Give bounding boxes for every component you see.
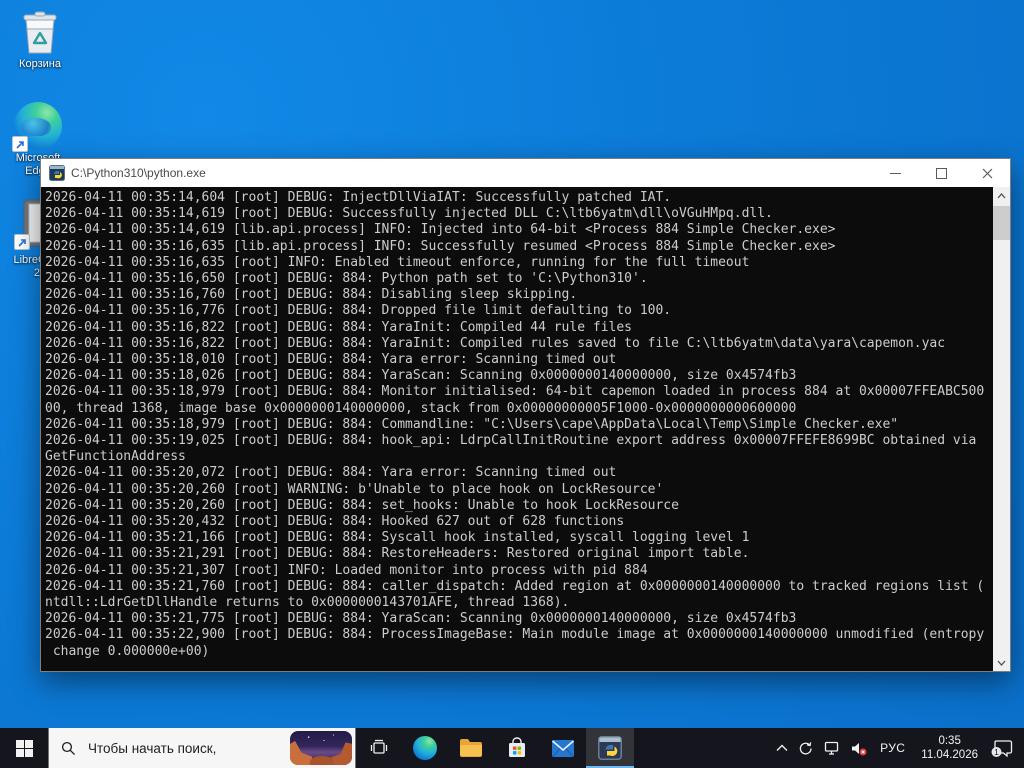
- console-log-line: 2026-04-11 00:35:18,979 [root] DEBUG: 88…: [45, 416, 899, 432]
- console-log-line: 2026-04-11 00:35:21,291 [root] DEBUG: 88…: [45, 546, 750, 562]
- console-log-line: 2026-04-11 00:35:18,010 [root] DEBUG: 88…: [45, 352, 617, 368]
- scroll-up-icon[interactable]: [993, 187, 1010, 204]
- taskbar-search-box[interactable]: [48, 728, 356, 768]
- desktop: Корзина Microsoft Edge LibreOffice 25: [0, 0, 1024, 768]
- search-input[interactable]: [86, 739, 286, 757]
- console-log-line: 2026-04-11 00:35:18,026 [root] DEBUG: 88…: [45, 368, 797, 384]
- clock-date: 11.04.2026: [921, 749, 978, 761]
- notification-badge: 1: [994, 747, 999, 757]
- console-log-line: 2026-04-11 00:35:22,900 [root] DEBUG: 88…: [45, 627, 985, 643]
- console-log-line: 00, thread 1368, image base 0x0000000140…: [45, 400, 797, 416]
- language-indicator[interactable]: РУС: [872, 741, 913, 755]
- windows-logo-icon: [15, 739, 33, 757]
- mail-icon: [551, 739, 575, 757]
- scroll-down-icon[interactable]: [993, 654, 1010, 671]
- console-log-line: 2026-04-11 00:35:19,025 [root] DEBUG: 88…: [45, 433, 977, 449]
- volume-button[interactable]: [845, 728, 872, 768]
- start-button[interactable]: [0, 728, 48, 768]
- close-button[interactable]: [964, 159, 1010, 187]
- taskbar-clock[interactable]: 0:35 11.04.2026: [913, 734, 986, 762]
- console-log-line: 2026-04-11 00:35:21,166 [root] DEBUG: 88…: [45, 530, 750, 546]
- desktop-icon-recycle-bin[interactable]: Корзина: [2, 8, 78, 71]
- system-tray: РУС 0:35 11.04.2026 1: [771, 728, 1024, 768]
- console-body: 2026-04-11 00:35:14,604 [root] DEBUG: In…: [41, 187, 1010, 671]
- console-log-line: 2026-04-11 00:35:14,604 [root] DEBUG: In…: [45, 190, 672, 205]
- console-log-line: change 0.000000e+00): [45, 643, 210, 659]
- console-log-line: 2026-04-11 00:35:16,776 [root] DEBUG: 88…: [45, 303, 672, 319]
- console-log-line: 2026-04-11 00:35:21,760 [root] DEBUG: 88…: [45, 578, 985, 594]
- network-status-button[interactable]: [818, 728, 845, 768]
- console-log-line: 2026-04-11 00:35:16,822 [root] DEBUG: 88…: [45, 319, 632, 335]
- console-log-line: 2026-04-11 00:35:20,072 [root] DEBUG: 88…: [45, 465, 617, 481]
- taskbar-app-edge[interactable]: [402, 728, 448, 768]
- window-title: C:\Python310\python.exe: [71, 166, 206, 180]
- console-log-line: 2026-04-11 00:35:21,307 [root] INFO: Loa…: [45, 562, 648, 578]
- edge-icon: [12, 102, 62, 152]
- taskbar-app-file-explorer[interactable]: [448, 728, 494, 768]
- console-log-line: GetFunctionAddress: [45, 449, 186, 465]
- shortcut-arrow-icon: [14, 234, 30, 250]
- sync-arrows-icon: [799, 741, 812, 754]
- console-log-line: 2026-04-11 00:35:21,775 [root] DEBUG: 88…: [45, 611, 797, 627]
- console-log-line: 2026-04-11 00:35:14,619 [lib.api.process…: [45, 222, 836, 238]
- console-log-line: 2026-04-11 00:35:20,260 [root] DEBUG: 88…: [45, 497, 679, 513]
- console-log-line: 2026-04-11 00:35:16,822 [root] DEBUG: 88…: [45, 335, 946, 351]
- console-log-line: 2026-04-11 00:35:20,432 [root] DEBUG: 88…: [45, 514, 625, 530]
- action-center-button[interactable]: 1: [986, 728, 1018, 768]
- task-view-button[interactable]: [356, 728, 402, 768]
- console-log-line: 2026-04-11 00:35:16,635 [root] INFO: Ena…: [45, 254, 750, 270]
- hidden-icons-button[interactable]: [771, 728, 793, 768]
- console-log-line: ntdll::LdrGetDllHandle returns to 0x0000…: [45, 595, 570, 611]
- console-log-line: 2026-04-11 00:35:14,619 [root] DEBUG: Su…: [45, 206, 773, 222]
- taskbar: РУС 0:35 11.04.2026 1: [0, 728, 1024, 768]
- console-output: 2026-04-11 00:35:14,604 [root] DEBUG: In…: [45, 190, 993, 671]
- console-log-line: 2026-04-11 00:35:18,979 [root] DEBUG: 88…: [45, 384, 985, 400]
- clock-time: 0:35: [938, 735, 961, 747]
- vertical-scrollbar[interactable]: [993, 187, 1010, 671]
- minimize-button[interactable]: [872, 159, 918, 187]
- taskbar-app-microsoft-store[interactable]: [494, 728, 540, 768]
- task-view-icon: [370, 739, 388, 754]
- console-log-line: 2026-04-11 00:35:16,650 [root] DEBUG: 88…: [45, 271, 648, 287]
- microsoft-store-icon: [509, 737, 525, 757]
- recycle-bin-icon: [16, 8, 64, 56]
- speaker-muted-icon: [852, 742, 867, 756]
- window-titlebar[interactable]: C:\Python310\python.exe: [41, 159, 1010, 187]
- file-explorer-icon: [460, 739, 482, 757]
- console-log-line: 2026-04-11 00:35:16,760 [root] DEBUG: 88…: [45, 287, 578, 303]
- desktop-icon-label: Корзина: [19, 58, 61, 70]
- console-window: C:\Python310\python.exe 2026-04-11 00:35…: [40, 158, 1011, 672]
- notification-icon: 1: [991, 739, 1013, 757]
- console-log-line: 2026-04-11 00:35:16,635 [lib.api.process…: [45, 238, 836, 254]
- search-icon: [61, 741, 76, 756]
- taskbar-app-python-console-active[interactable]: [586, 728, 634, 768]
- bing-search-highlight-image[interactable]: [290, 731, 352, 765]
- console-log-line: 2026-04-11 00:35:20,260 [root] WARNING: …: [45, 481, 664, 497]
- chevron-up-icon: [776, 744, 788, 751]
- ethernet-network-icon: [824, 741, 839, 755]
- shortcut-arrow-icon: [12, 136, 28, 152]
- python-console-icon: [598, 736, 622, 760]
- taskbar-app-mail[interactable]: [540, 728, 586, 768]
- edge-icon: [413, 736, 437, 760]
- sync-status-button[interactable]: [793, 728, 818, 768]
- python-console-icon: [49, 165, 65, 181]
- scrollbar-thumb[interactable]: [993, 206, 1010, 240]
- maximize-button[interactable]: [918, 159, 964, 187]
